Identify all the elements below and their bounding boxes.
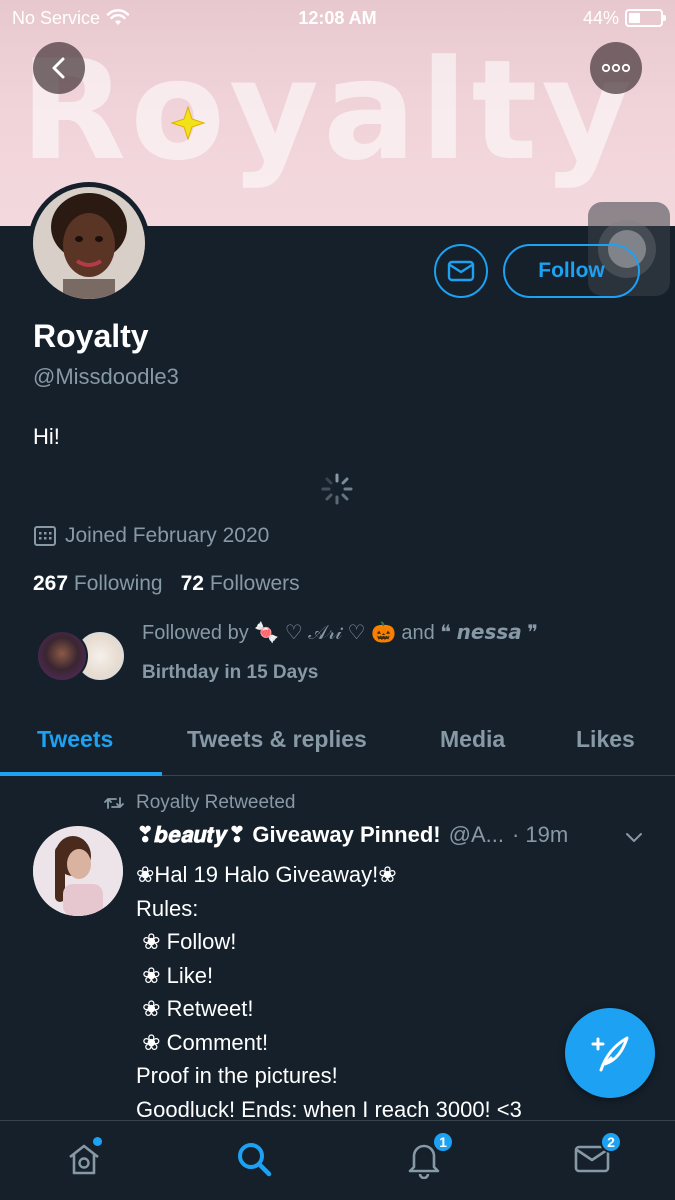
banner-text: Royalty [20, 30, 636, 191]
home-new-indicator [93, 1137, 102, 1146]
tweet-author-avatar[interactable] [33, 826, 123, 916]
birthday-text: Birthday in 15 Days [142, 662, 319, 683]
tweet-author-name[interactable]: ❣𝒃𝒆𝒂𝒖𝒕𝒚❣ Giveaway Pinned! [136, 822, 441, 848]
follower-avatar [36, 630, 88, 682]
following-count: 267 [33, 572, 69, 595]
message-button[interactable] [434, 244, 488, 298]
tweet-author-handle[interactable]: @A... [449, 822, 504, 848]
tweet-avatar-photo [33, 826, 123, 916]
avatar-photo [33, 187, 145, 299]
loading-spinner-icon [321, 473, 353, 505]
follow-button[interactable]: Follow [503, 244, 640, 298]
retweet-icon [104, 797, 124, 809]
nav-notifications[interactable]: 1 [402, 1131, 454, 1181]
wifi-icon [106, 9, 130, 25]
user-handle: @Missdoodle3 [33, 364, 179, 389]
calendar-icon [34, 526, 56, 546]
chevron-down-icon[interactable] [624, 830, 644, 844]
notifications-badge: 1 [432, 1131, 454, 1153]
battery-icon [625, 9, 666, 27]
messages-badge: 2 [600, 1131, 622, 1153]
tab-tweets[interactable]: Tweets [37, 726, 113, 753]
battery-percent: 44% [582, 7, 619, 28]
profile-tabs: Tweets Tweets & replies Media Likes [0, 712, 675, 776]
more-icon [601, 63, 631, 73]
carrier-label: No Service [12, 7, 101, 28]
compose-feather-icon [591, 1036, 629, 1072]
followers-count-link[interactable]: 72 Followers [181, 572, 300, 596]
nav-home[interactable] [62, 1137, 106, 1181]
tab-tweets-replies[interactable]: Tweets & replies [187, 726, 367, 753]
followed-by-avatars[interactable] [36, 628, 128, 686]
profile-bio: Hi! [33, 424, 60, 449]
tab-likes[interactable]: Likes [576, 726, 635, 753]
envelope-icon [447, 260, 475, 282]
retweet-context: Royalty Retweeted [104, 792, 295, 814]
nav-messages[interactable]: 2 [570, 1131, 622, 1181]
joined-label: Joined February 2020 [65, 524, 270, 547]
search-icon [238, 1143, 272, 1177]
display-name: Royalty [33, 318, 149, 354]
following-count-link[interactable]: 267 Following [33, 572, 163, 596]
chevron-left-icon [52, 57, 65, 79]
followers-label: Followers [209, 572, 300, 595]
retweet-label: Royalty Retweeted [136, 792, 296, 813]
profile-avatar[interactable] [28, 182, 150, 304]
tab-media[interactable]: Media [440, 726, 505, 753]
status-bar: No Service 12:08 AM 44% [0, 0, 675, 36]
followers-count: 72 [180, 572, 204, 595]
sparkle-icon [170, 105, 206, 141]
more-options-button[interactable] [590, 42, 642, 94]
back-button[interactable] [33, 42, 85, 94]
follow-counts: 267 Following 72 Followers [33, 572, 300, 596]
followed-by-text[interactable]: Followed by 🍬 ♡ 𝒜𝓇𝒾 ♡ 🎃 and ❝ 𝙣𝙚𝙨𝙨𝙖 ❞ [142, 620, 538, 645]
tweet-header: ❣𝒃𝒆𝒂𝒖𝒕𝒚❣ Giveaway Pinned! @A... · 19m [136, 822, 568, 848]
tweet-time: · 19m [511, 822, 569, 847]
joined-date: Joined February 2020 [33, 524, 269, 548]
active-tab-indicator [0, 772, 162, 776]
compose-tweet-button[interactable] [565, 1008, 655, 1098]
nav-search[interactable] [232, 1137, 276, 1181]
bottom-navigation: 1 2 [0, 1120, 675, 1200]
following-label: Following [73, 572, 163, 595]
tweet-text: ❀Hal 19 Halo Giveaway!❀ Rules: ❀ Follow!… [136, 862, 522, 1122]
